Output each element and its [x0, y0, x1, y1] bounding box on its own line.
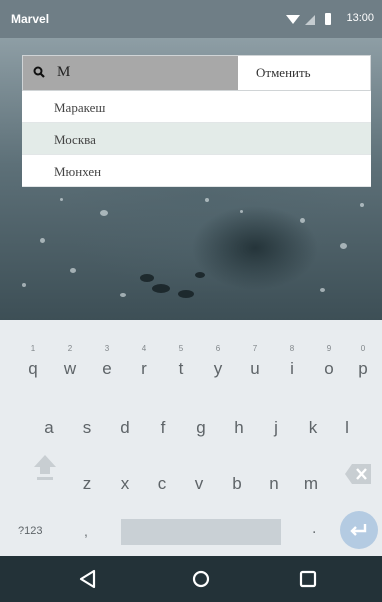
key-i[interactable]: 8i — [275, 342, 309, 382]
symbols-key[interactable]: ?123 — [18, 525, 42, 537]
key-q[interactable]: 1q — [16, 342, 50, 382]
comma-key[interactable]: , — [84, 523, 88, 539]
key-l[interactable]: l — [330, 406, 364, 446]
space-key[interactable] — [121, 519, 281, 545]
search-icon — [33, 66, 45, 78]
key-b[interactable]: b — [220, 462, 254, 502]
key-r[interactable]: 4r — [127, 342, 161, 382]
key-m[interactable]: m — [294, 462, 328, 502]
key-w[interactable]: 2w — [53, 342, 87, 382]
search-bar: M Отменить — [22, 55, 371, 91]
soft-keyboard: 1q 2w 3e 4r 5t 6y 7u 8i 9o 0p a s d f g … — [0, 320, 382, 556]
search-query: M — [57, 64, 71, 80]
key-e[interactable]: 3e — [90, 342, 124, 382]
key-t[interactable]: 5t — [164, 342, 198, 382]
key-x[interactable]: x — [108, 462, 142, 502]
enter-key[interactable] — [340, 511, 378, 549]
key-s[interactable]: s — [70, 406, 104, 446]
key-c[interactable]: c — [145, 462, 179, 502]
clock: 13:00 — [346, 12, 374, 24]
key-o[interactable]: 9o — [312, 342, 346, 382]
key-d[interactable]: d — [108, 406, 142, 446]
navigation-bar — [0, 556, 382, 602]
period-key[interactable]: . — [312, 520, 316, 538]
key-j[interactable]: j — [259, 406, 293, 446]
key-z[interactable]: z — [70, 462, 104, 502]
key-y[interactable]: 6y — [201, 342, 235, 382]
shift-icon[interactable] — [32, 452, 58, 482]
cancel-button[interactable]: Отменить — [238, 56, 370, 90]
status-bar: Marvel 13:00 — [0, 0, 382, 38]
key-h[interactable]: h — [222, 406, 256, 446]
signal-icon — [305, 15, 315, 25]
enter-icon — [350, 524, 367, 536]
key-g[interactable]: g — [184, 406, 218, 446]
battery-icon — [325, 13, 331, 25]
phone-screen: Marvel 13:00 M Отменить Маракеш Москва М… — [0, 0, 382, 602]
key-v[interactable]: v — [182, 462, 216, 502]
suggestion-item-munich[interactable]: Мюнхен — [22, 155, 371, 187]
backspace-icon[interactable] — [344, 463, 372, 485]
suggestion-list: Маракеш Москва Мюнхен — [22, 91, 371, 187]
key-n[interactable]: n — [257, 462, 291, 502]
suggestion-item-marrakesh[interactable]: Маракеш — [22, 91, 371, 123]
back-icon[interactable] — [77, 568, 99, 590]
search-input[interactable]: M — [23, 56, 238, 90]
app-name: Marvel — [11, 12, 50, 26]
key-a[interactable]: a — [32, 406, 66, 446]
key-u[interactable]: 7u — [238, 342, 272, 382]
key-k[interactable]: k — [296, 406, 330, 446]
key-f[interactable]: f — [146, 406, 180, 446]
home-icon[interactable] — [190, 568, 212, 590]
wifi-icon — [286, 15, 300, 24]
key-p[interactable]: 0p — [346, 342, 380, 382]
suggestion-item-moscow[interactable]: Москва — [22, 123, 371, 155]
recents-icon[interactable] — [297, 568, 319, 590]
